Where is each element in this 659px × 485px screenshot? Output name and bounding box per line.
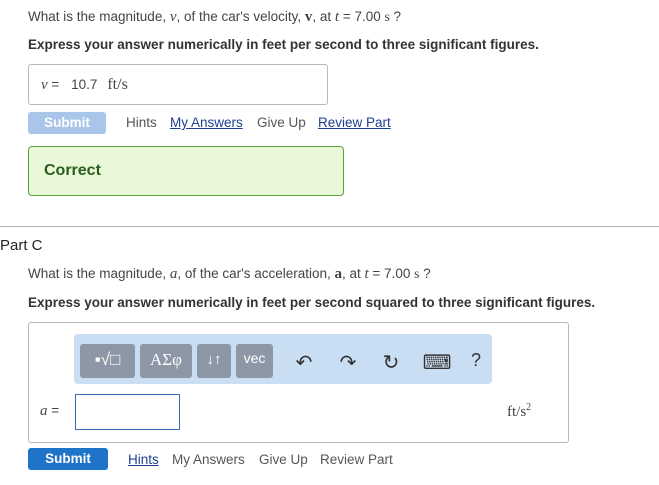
partB-answer-line: v = 10.7 ft/s [41,76,128,93]
partC-give-up: Give Up [259,452,308,467]
partC-title: Part C [0,237,43,254]
partC-submit-button[interactable]: Submit [28,448,108,470]
reset-icon[interactable]: ↻ [377,350,405,375]
acceleration-input[interactable] [75,394,180,430]
partB-hints: Hints [126,115,157,130]
undo-icon[interactable]: ↶ [290,350,318,375]
partC-instruction: Express your answer numerically in feet … [28,295,596,310]
partB-give-up: Give Up [257,115,306,130]
partB-answer-label: v [41,77,48,93]
partC-question: What is the magnitude, a, of the car's a… [28,266,431,282]
vec-button[interactable]: vec [236,344,273,378]
partB-question: What is the magnitude, v, of the car's v… [28,9,402,25]
partB-instruction: Express your answer numerically in feet … [28,37,539,52]
section-divider [0,226,659,227]
partC-answer-unit: ft/s2 [507,402,532,420]
templates-button[interactable]: ▪√□ [80,344,135,378]
partB-submit-button[interactable]: Submit [28,112,106,134]
partB-review-part-link[interactable]: Review Part [318,115,391,130]
partC-answer-label-line: a = [40,403,60,419]
correct-text: Correct [44,162,101,179]
partB-answer-unit: ft/s [107,76,128,93]
partC-review-part: Review Part [320,452,393,467]
greek-button[interactable]: ΑΣφ [140,344,192,378]
partC-answer-label: a [40,403,48,419]
keyboard-icon[interactable]: ⌨ [420,350,454,375]
partB-answer-value: 10.7 [71,77,98,92]
help-icon[interactable]: ? [464,350,488,371]
partC-my-answers: My Answers [172,452,245,467]
partB-my-answers-link[interactable]: My Answers [170,115,243,130]
redo-icon[interactable]: ↷ [334,350,362,375]
partC-hints-link[interactable]: Hints [128,452,159,467]
subscript-superscript-button[interactable]: ↓↑ [197,344,231,378]
